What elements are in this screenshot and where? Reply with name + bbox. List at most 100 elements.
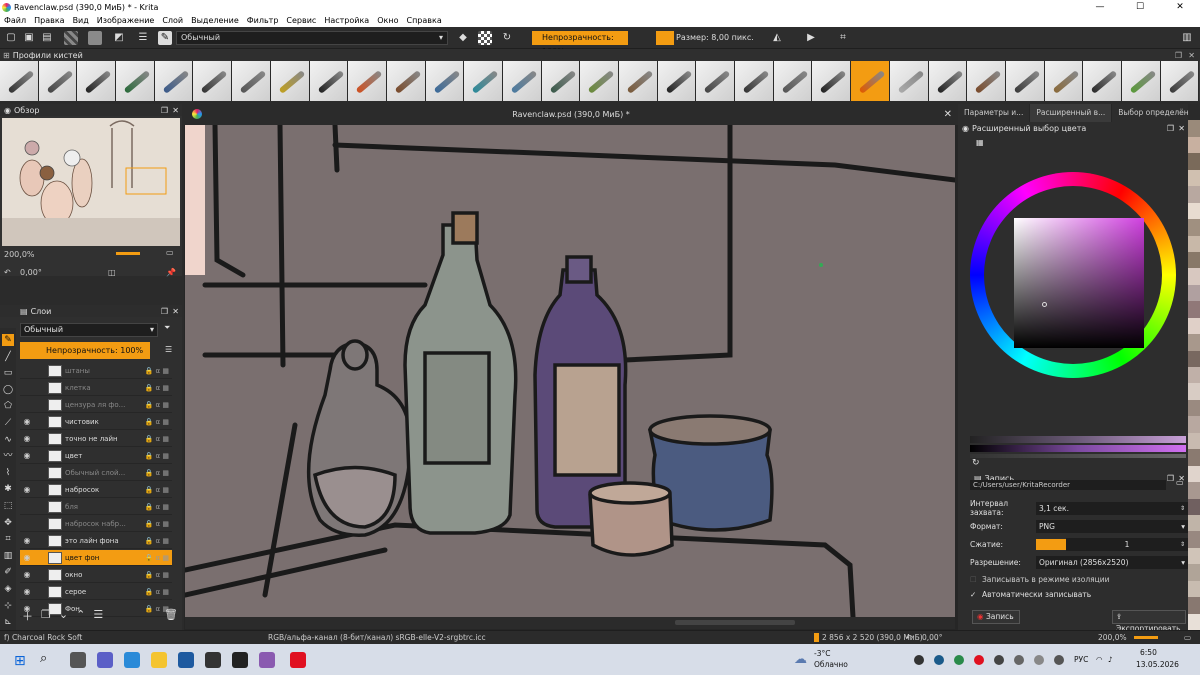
float-icon[interactable]: ❐ [161,106,168,115]
app-icon-dark[interactable] [232,652,248,668]
delete-layer-icon[interactable]: 🗑 [164,608,178,621]
color-swap-icon[interactable]: ◩ [112,31,126,45]
pin-icon[interactable]: 📌 [166,268,176,277]
task-view-icon[interactable] [70,652,86,668]
layer-row[interactable]: бля 🔒 α ▦ [20,499,172,515]
auto-record-checkbox[interactable]: ✓ [970,590,982,599]
freehand-path-icon[interactable]: 〰 [2,450,14,462]
visibility-eye-icon[interactable]: ◉ [20,553,34,562]
layer-lock-alpha-icons[interactable]: 🔒 α ▦ [142,401,172,409]
zoom-slider[interactable] [1134,636,1158,639]
teams-icon[interactable] [97,652,113,668]
brush-preset-7[interactable] [232,61,271,101]
size-slider[interactable]: Размер: 8,00 пикс. [676,31,756,45]
menu-help[interactable]: Справка [402,16,445,25]
export-button[interactable]: ⇪ Экспортировать... [1112,610,1188,633]
layer-lock-alpha-icons[interactable]: 🔒 α ▦ [142,520,172,528]
scroll-thumb[interactable] [675,620,795,625]
palette-swatch[interactable] [1188,317,1200,335]
visibility-eye-icon[interactable]: ◉ [20,536,34,545]
polygon-tool-icon[interactable]: ⬠ [2,400,14,412]
palette-swatch[interactable] [1188,120,1200,137]
tray-app-icon[interactable] [1054,655,1064,665]
brush-preset-21[interactable] [773,61,813,101]
brush-preset-24[interactable] [889,61,929,101]
layer-row[interactable]: Обычный слой... 🔒 α ▦ [20,465,172,481]
layer-row[interactable]: ◉ чистовик 🔒 α ▦ [20,414,172,430]
layer-lock-alpha-icons[interactable]: 🔒 α ▦ [142,367,172,375]
maximize-button[interactable]: ☐ [1120,0,1160,14]
brush-preset-14[interactable] [502,61,542,101]
palette-swatch[interactable] [1188,367,1200,384]
fit-view-icon[interactable]: ▭ [166,248,174,257]
wrap-around-icon[interactable]: ⌗ [836,31,850,45]
mirror-vertical-icon[interactable]: ▶ [804,31,818,45]
tab-tool-options[interactable]: Параметры и... [958,104,1030,122]
tray-app-icon[interactable] [994,655,1004,665]
tray-app-icon[interactable] [914,655,924,665]
brush-preset-25[interactable] [928,61,968,101]
drawing-canvas[interactable] [185,125,955,617]
palette-swatch[interactable] [1188,580,1200,598]
explorer-icon[interactable] [151,652,167,668]
opera-icon[interactable] [290,652,306,668]
brush-preset-5[interactable] [154,61,194,101]
brush-preset-20[interactable] [735,61,774,101]
move-tool-icon[interactable]: ✥ [2,517,14,529]
layer-lock-alpha-icons[interactable]: 🔒 α ▦ [142,435,172,443]
isolation-checkbox[interactable]: ☐ [970,575,982,584]
network-icon[interactable]: ◠ [1096,655,1103,664]
tray-app-icon[interactable] [1014,655,1024,665]
brush-preset-1[interactable] [0,61,39,101]
move-down-icon[interactable]: ⌄ [59,608,68,624]
brush-preset-9[interactable] [309,61,349,101]
brush-preset-17[interactable] [619,61,658,101]
brush-preset-8[interactable] [270,61,310,101]
palette-swatch[interactable] [1188,219,1200,236]
layer-row[interactable]: ◉ серое 🔒 α ▦ [20,584,172,600]
resolution-select[interactable]: Оригинал (2856x2520) ▾ [1036,555,1188,569]
bezier-tool-icon[interactable]: ∿ [2,434,14,446]
brush-preset-19[interactable] [696,61,736,101]
pattern-swatch[interactable] [88,31,102,45]
layer-lock-alpha-icons[interactable]: 🔒 α ▦ [142,452,172,460]
layer-row[interactable]: ◉ набросок 🔒 α ▦ [20,482,172,498]
brush-settings-icon[interactable]: ☰ [136,31,150,45]
palette-swatch[interactable] [1188,547,1200,565]
brush-preset-icon[interactable]: ✎ [158,31,172,45]
palette-swatch[interactable] [1188,564,1200,581]
dockers-toggle-icon[interactable]: ▥ [1180,31,1194,45]
palette-swatch[interactable] [1188,449,1200,466]
visibility-eye-icon[interactable]: ◉ [20,570,34,579]
float-icon[interactable]: ❐ [1167,124,1174,133]
palette-swatch[interactable] [1188,186,1200,203]
palette-swatch[interactable] [1188,136,1200,154]
compression-slider-fill[interactable] [1036,538,1066,550]
preserve-alpha-icon[interactable] [478,31,492,45]
dyna-tool-icon[interactable]: ⌇ [2,467,14,479]
brush-preset-31[interactable] [1160,61,1200,101]
palette-swatch[interactable] [1188,498,1200,515]
language-indicator[interactable]: РУС [1074,655,1088,664]
layer-blend-select[interactable]: Обычный ▾ [20,323,158,337]
close-docker-icon[interactable]: ✕ [172,307,179,316]
menu-window[interactable]: Окно [373,16,402,25]
folder-icon[interactable]: ▭ [1176,478,1184,487]
reload-preset-icon[interactable]: ↻ [500,31,514,45]
layer-row[interactable]: цензура ля фо... 🔒 α ▦ [20,397,172,413]
line-tool-icon[interactable]: ╱ [2,351,14,363]
menu-view[interactable]: Вид [69,16,93,25]
canvas-hscrollbar[interactable] [185,617,955,629]
fullscreen-icon[interactable]: ▭ [1184,633,1191,642]
brush-preset-23[interactable] [851,61,890,101]
windows-start-icon[interactable]: ⊞ [14,653,26,669]
tray-app-icon[interactable] [954,655,964,665]
recorder-path-field[interactable]: C:/Users/user/KritaRecorder [970,480,1166,490]
palette-swatch[interactable] [1188,202,1200,220]
palette-swatch[interactable] [1188,531,1200,548]
filter-icon[interactable]: ⏷ [164,323,170,333]
multibrush-icon[interactable]: ✱ [2,483,14,495]
palette-swatch[interactable] [1188,613,1200,630]
visibility-eye-icon[interactable]: ◉ [20,434,34,443]
layer-lock-alpha-icons[interactable]: 🔒 α ▦ [142,384,172,392]
